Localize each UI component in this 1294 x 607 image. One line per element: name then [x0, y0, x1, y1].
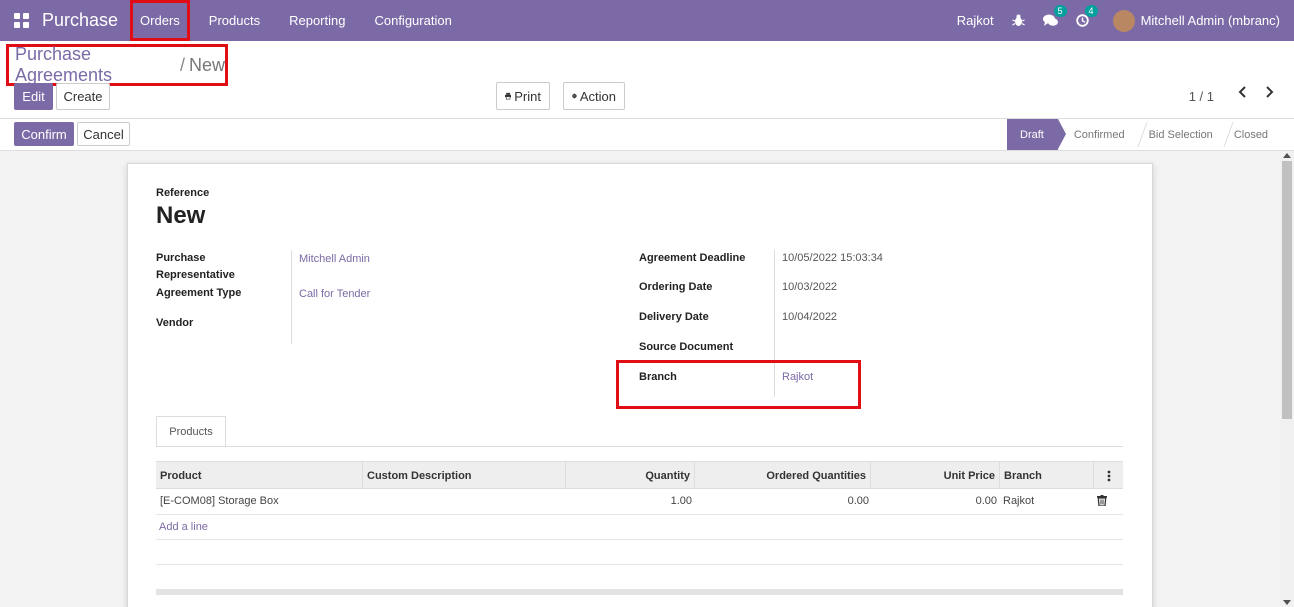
- activities-clock-icon[interactable]: 4: [1075, 5, 1098, 27]
- stage-draft[interactable]: Draft: [1007, 119, 1066, 150]
- action-button[interactable]: Action: [563, 82, 625, 110]
- branch-switcher[interactable]: Rajkot: [957, 13, 994, 28]
- debug-bug-icon[interactable]: [1011, 14, 1025, 27]
- navbar-systray: Rajkot 5 4 Mitchell Admin (mbranc): [939, 0, 1280, 41]
- menu-configuration[interactable]: Configuration: [364, 0, 461, 41]
- reference-label: Reference: [156, 187, 210, 199]
- user-avatar: [1112, 9, 1135, 32]
- create-button[interactable]: Create: [56, 83, 110, 110]
- print-icon: [505, 92, 512, 100]
- row-ordered[interactable]: 0.00: [693, 494, 869, 508]
- menu-reporting[interactable]: Reporting: [279, 0, 355, 41]
- stage-confirmed[interactable]: Confirmed: [1058, 119, 1139, 150]
- breadcrumb-current: New: [188, 54, 225, 75]
- pager-arrows: [1236, 85, 1276, 99]
- row-divider: [156, 514, 1123, 515]
- cancel-button[interactable]: Cancel: [77, 122, 130, 146]
- stage-closed[interactable]: Closed: [1225, 119, 1282, 150]
- chevron-left-icon[interactable]: [1236, 85, 1250, 99]
- breadcrumb-separator: /: [179, 54, 185, 75]
- delivery-date-value[interactable]: 10/04/2022: [782, 309, 837, 326]
- source-document-label: Source Document: [639, 341, 734, 353]
- row-branch[interactable]: Rajkot: [1003, 494, 1034, 508]
- menu-orders[interactable]: Orders: [130, 0, 190, 41]
- print-label: Print: [514, 88, 541, 104]
- top-navbar: Purchase Orders Products Reporting Confi…: [0, 0, 1294, 41]
- left-group-separator: [291, 250, 292, 344]
- ordering-date-label: Ordering Date: [639, 281, 713, 293]
- col-branch[interactable]: Branch: [1000, 462, 1094, 489]
- pager-value[interactable]: 1 / 1: [1189, 89, 1214, 104]
- col-custom-description[interactable]: Custom Description: [363, 462, 566, 489]
- row-quantity[interactable]: 1.00: [568, 494, 692, 508]
- row-product[interactable]: [E-COM08] Storage Box: [160, 494, 279, 508]
- agreement-deadline-value[interactable]: 10/05/2022 15:03:34: [782, 250, 883, 267]
- purchase-representative-value[interactable]: Mitchell Admin: [299, 251, 370, 268]
- edit-button[interactable]: Edit: [14, 83, 53, 110]
- stage-bid-selection[interactable]: Bid Selection: [1139, 119, 1225, 150]
- user-menu[interactable]: Mitchell Admin (mbranc): [1112, 9, 1280, 32]
- vertical-scrollbar[interactable]: [1280, 151, 1294, 607]
- control-panel: Purchase Agreements / New Edit Create Pr…: [0, 41, 1294, 119]
- agreement-type-label: Agreement Type: [156, 287, 242, 299]
- breadcrumb-parent[interactable]: Purchase Agreements: [15, 44, 176, 86]
- row-divider: [156, 564, 1123, 565]
- apps-grid-icon[interactable]: [0, 0, 42, 41]
- stage-pipeline: Draft Confirmed Bid Selection Closed: [1007, 119, 1282, 150]
- col-product[interactable]: Product: [156, 462, 363, 489]
- gear-icon: [572, 93, 577, 99]
- action-label: Action: [579, 88, 616, 104]
- app-title[interactable]: Purchase: [42, 10, 118, 31]
- branch-highlight-box: [616, 360, 861, 409]
- chevron-right-icon[interactable]: [1262, 85, 1276, 99]
- purchase-representative-label: Purchase Representative: [156, 252, 235, 281]
- scroll-thumb[interactable]: [1282, 161, 1292, 419]
- form-sheet: Reference New Purchase Representative Mi…: [127, 163, 1153, 607]
- products-table-header: Product Custom Description Quantity Orde…: [156, 461, 1123, 489]
- col-ordered-quantities[interactable]: Ordered Quantities: [695, 462, 871, 489]
- row-divider: [156, 539, 1123, 540]
- delivery-date-label: Delivery Date: [639, 311, 709, 323]
- confirm-button[interactable]: Confirm: [14, 122, 74, 146]
- row-unit-price[interactable]: 0.00: [869, 494, 997, 508]
- user-name: Mitchell Admin (mbranc): [1140, 13, 1280, 28]
- column-options-icon[interactable]: [1094, 462, 1123, 489]
- scroll-down-arrow-icon[interactable]: [1283, 600, 1291, 605]
- reference-value: New: [156, 202, 206, 229]
- activities-badge: 4: [1084, 5, 1098, 17]
- trash-icon[interactable]: [1097, 495, 1107, 506]
- tab-underline: [156, 446, 1123, 447]
- add-line-link[interactable]: Add a line: [159, 520, 208, 534]
- form-content-area: Reference New Purchase Representative Mi…: [0, 151, 1280, 607]
- ordering-date-value[interactable]: 10/03/2022: [782, 279, 837, 296]
- vendor-label: Vendor: [156, 317, 194, 329]
- scroll-up-arrow-icon[interactable]: [1283, 153, 1291, 158]
- breadcrumb: Purchase Agreements / New: [6, 44, 228, 86]
- col-unit-price[interactable]: Unit Price: [871, 462, 1000, 489]
- status-bar: Confirm Cancel Draft Confirmed Bid Selec…: [0, 119, 1294, 151]
- agreement-type-value[interactable]: Call for Tender: [299, 286, 370, 303]
- print-button[interactable]: Print: [496, 82, 550, 110]
- menu-products[interactable]: Products: [199, 0, 270, 41]
- tab-products[interactable]: Products: [156, 416, 226, 447]
- col-quantity[interactable]: Quantity: [566, 462, 695, 489]
- table-footer-bar: [156, 589, 1123, 595]
- agreement-deadline-label: Agreement Deadline: [639, 252, 746, 264]
- messages-chat-icon[interactable]: 5: [1042, 5, 1067, 27]
- messages-badge: 5: [1053, 5, 1067, 17]
